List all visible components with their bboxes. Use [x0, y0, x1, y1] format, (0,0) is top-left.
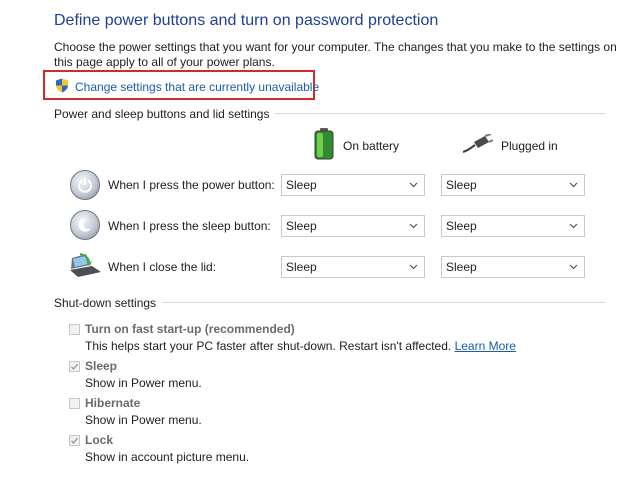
hibernate-option-label: Hibernate [85, 396, 141, 410]
select-value: Sleep [446, 178, 477, 192]
power-button-plugged-in-select[interactable]: Sleep [441, 174, 585, 196]
page-description: Choose the power settings that you want … [54, 40, 617, 69]
power-button-on-battery-select[interactable]: Sleep [281, 174, 425, 196]
battery-icon [313, 128, 335, 163]
sleep-button-plugged-in-select[interactable]: Sleep [441, 215, 585, 237]
chevron-down-icon [408, 221, 418, 231]
power-button-icon [70, 170, 100, 200]
plugged-in-label: Plugged in [501, 138, 558, 153]
chevron-down-icon [408, 262, 418, 272]
select-value: Sleep [286, 219, 317, 233]
select-value: Sleep [446, 260, 477, 274]
select-value: Sleep [286, 178, 317, 192]
on-battery-label: On battery [343, 138, 400, 153]
power-plug-icon [462, 133, 494, 157]
sleep-option-label: Sleep [85, 359, 118, 373]
laptop-lid-icon [68, 252, 102, 281]
page-title: Define power buttons and turn on passwor… [54, 12, 439, 29]
fast-startup-description-text: This helps start your PC faster after sh… [85, 339, 452, 353]
power-section-label: Power and sleep buttons and lid settings [54, 107, 276, 121]
uac-shield-icon [55, 78, 69, 96]
checkmark-icon [70, 437, 79, 445]
chevron-down-icon [408, 180, 418, 190]
hibernate-option-description: Show in Power menu. [85, 413, 202, 427]
checkmark-icon [70, 363, 79, 371]
change-settings-link[interactable]: Change settings that are currently unava… [55, 78, 319, 96]
chevron-down-icon [568, 262, 578, 272]
hibernate-checkbox[interactable] [69, 398, 80, 409]
sleep-button-row-label: When I press the sleep button: [108, 219, 271, 233]
plugged-in-column-header: Plugged in [462, 133, 558, 157]
power-button-row-label: When I press the power button: [108, 178, 275, 192]
fast-startup-description: This helps start your PC faster after sh… [85, 339, 516, 353]
sleep-checkbox[interactable] [69, 361, 80, 372]
lid-plugged-in-select[interactable]: Sleep [441, 256, 585, 278]
sleep-option-description: Show in Power menu. [85, 376, 202, 390]
lid-on-battery-select[interactable]: Sleep [281, 256, 425, 278]
select-value: Sleep [446, 219, 477, 233]
on-battery-column-header: On battery [313, 128, 399, 163]
sleep-button-on-battery-select[interactable]: Sleep [281, 215, 425, 237]
chevron-down-icon [568, 221, 578, 231]
fast-startup-checkbox[interactable] [69, 324, 80, 335]
lock-option-label: Lock [85, 433, 114, 447]
lid-row-label: When I close the lid: [108, 260, 217, 274]
lock-checkbox[interactable] [69, 435, 80, 446]
change-settings-label: Change settings that are currently unava… [75, 80, 320, 94]
sleep-button-icon [70, 210, 100, 240]
chevron-down-icon [568, 180, 578, 190]
learn-more-link[interactable]: Learn More [455, 339, 516, 353]
lock-option-description: Show in account picture menu. [85, 450, 250, 464]
select-value: Sleep [286, 260, 317, 274]
fast-startup-label: Turn on fast start-up (recommended) [85, 322, 295, 336]
shutdown-section-label: Shut-down settings [54, 296, 163, 310]
